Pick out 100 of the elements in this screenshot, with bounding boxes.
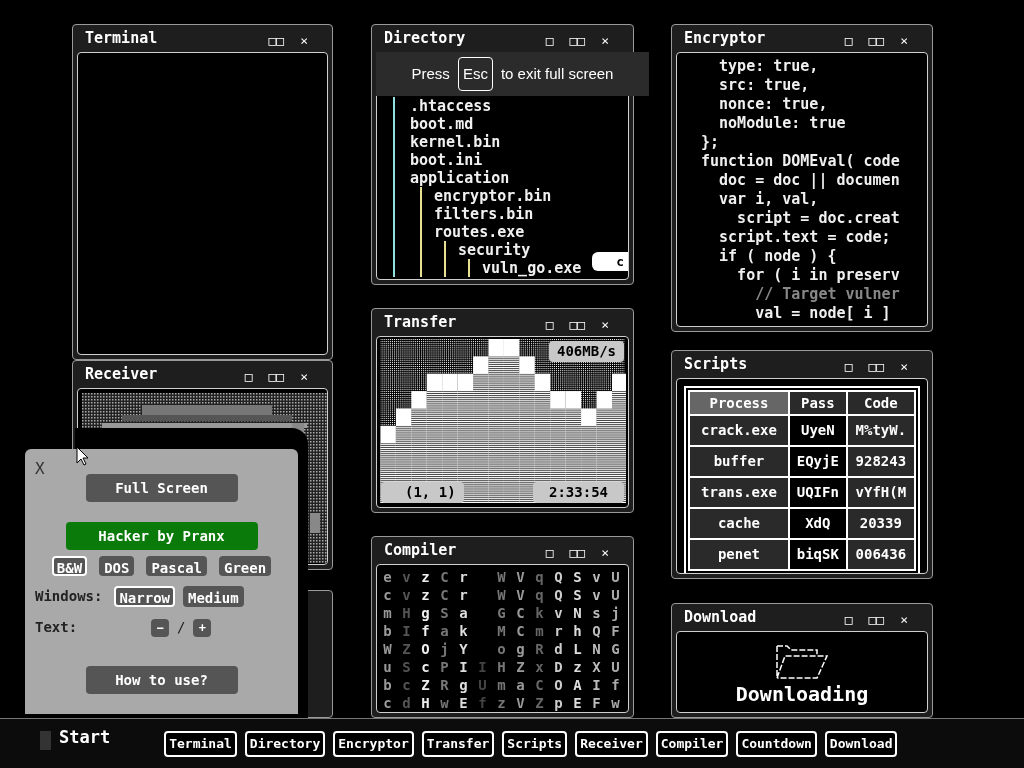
window-button[interactable]: □□ (569, 310, 586, 335)
window-button[interactable]: □□ (268, 26, 285, 51)
table-cell: 928243 (846, 446, 915, 477)
code-line: noModule: true (718, 114, 847, 133)
window-title: Transfer (384, 312, 458, 334)
folder-icon (775, 642, 831, 682)
time-label: 2:33:54 (533, 482, 624, 503)
text-size-label: Text: (35, 618, 79, 637)
taskbar-button[interactable]: Scripts (502, 730, 568, 757)
notice-text: Press (411, 63, 450, 84)
start-icon (40, 731, 51, 750)
increase-button[interactable]: + (193, 618, 212, 637)
table-cell: 006436 (846, 539, 915, 570)
column-header: Process (689, 391, 789, 415)
table-cell: UQIFn (788, 477, 847, 508)
table-cell: trans.exe (689, 477, 789, 508)
character-column: zzgfOcZH (419, 568, 432, 712)
close-button[interactable]: × (601, 310, 609, 335)
taskbar-button[interactable]: Directory (244, 730, 326, 757)
close-button[interactable]: × (601, 538, 609, 563)
table-cell: crack.exe (689, 415, 789, 446)
character-column: SSNhLzAE (571, 568, 584, 712)
window-button[interactable]: □□ (569, 538, 586, 563)
tree-item[interactable]: boot.md (410, 115, 474, 133)
table-cell: 20339 (846, 508, 915, 539)
table-cell: biqSK (788, 539, 847, 570)
status-text: Downloading (734, 682, 870, 706)
close-button[interactable]: X (35, 457, 45, 481)
taskbar-button[interactable]: Compiler (655, 730, 729, 757)
character-column: vvHIZScd (400, 568, 413, 712)
menu-button[interactable]: How to use? (85, 666, 238, 694)
brand-button[interactable]: Hacker by Pranx (65, 522, 258, 550)
code-line: src: true, (718, 76, 811, 95)
decrease-button[interactable]: − (151, 618, 169, 637)
windows-label: Windows: (35, 587, 103, 606)
code-line: for ( i in preserv (736, 266, 901, 285)
tree-item[interactable]: security (458, 241, 531, 259)
tree-item[interactable]: filters.bin (434, 205, 534, 223)
window-button[interactable]: □□ (868, 26, 885, 51)
close-button[interactable]: × (300, 362, 308, 387)
character-column: ecmbWubc (381, 568, 394, 712)
close-button[interactable]: × (900, 605, 908, 630)
taskbar-button[interactable]: Download (824, 730, 898, 757)
window-button[interactable]: □ (244, 362, 253, 387)
menu-button[interactable]: Full Screen (85, 474, 238, 502)
window-button[interactable]: □□ (569, 26, 586, 51)
taskbar-button[interactable]: Countdown (736, 730, 817, 757)
theme-button[interactable]: DOS (99, 556, 135, 576)
tree-item[interactable]: boot.ini (410, 151, 483, 169)
code-line: script.text = code; (718, 228, 892, 247)
close-button[interactable]: × (601, 26, 609, 51)
character-column: rrakYIgE (457, 568, 470, 712)
window-button[interactable]: □ (844, 605, 853, 630)
window-title: Scripts (684, 354, 749, 376)
code-line: nonce: true, (718, 95, 829, 114)
coordinates-label: (1, 1) (381, 482, 464, 503)
size-button[interactable]: Narrow (114, 586, 175, 607)
tree-item[interactable]: encryptor.bin (434, 187, 552, 205)
window-button[interactable]: □ (844, 26, 853, 51)
window-button[interactable]: □ (844, 352, 853, 377)
table-cell: EQyjE (788, 446, 847, 477)
table-cell: UyeN (788, 415, 847, 446)
taskbar-button[interactable]: Terminal (164, 730, 237, 757)
window-button[interactable]: □□ (868, 605, 885, 630)
code-line: // Target vulner (754, 285, 901, 304)
window-button[interactable]: □ (545, 538, 554, 563)
window-title: Download (684, 607, 758, 629)
window-button[interactable]: □ (545, 26, 554, 51)
code-line: doc = doc || documen (718, 171, 901, 190)
start-button[interactable]: Start (40, 724, 111, 751)
theme-button[interactable]: B&W (51, 556, 88, 576)
taskbar-button[interactable]: Encryptor (333, 730, 414, 757)
window-button[interactable]: □□ (868, 352, 885, 377)
table-cell: penet (689, 539, 789, 570)
tree-item[interactable]: application (410, 169, 510, 187)
speed-label: 406MB/s (549, 341, 624, 362)
notice-text: to exit full screen (500, 63, 614, 84)
code-line: if ( node ) { (718, 247, 838, 266)
window-button[interactable]: □□ (268, 362, 285, 387)
theme-button[interactable]: Green (219, 556, 272, 576)
taskbar-button[interactable]: Receiver (575, 730, 648, 757)
code-line: script = doc.creat (736, 209, 901, 228)
window-button[interactable]: □ (545, 310, 554, 335)
close-button[interactable]: × (900, 352, 908, 377)
column-header: Pass (788, 391, 847, 415)
size-button[interactable]: Medium (183, 586, 244, 607)
close-button[interactable]: × (300, 26, 308, 51)
code-line: var i, val, (718, 190, 820, 209)
taskbar-button[interactable]: Transfer (421, 730, 495, 757)
tree-item[interactable]: .htaccess (410, 97, 492, 115)
theme-button[interactable]: Pascal (146, 556, 207, 576)
tree-item[interactable]: routes.exe (434, 223, 525, 241)
tree-item[interactable]: kernel.bin (410, 133, 501, 151)
code-line: }; (701, 133, 721, 152)
code-line: val = node[ i ] (754, 304, 892, 323)
separator-text: / (177, 618, 186, 637)
tree-item[interactable]: vuln_go.exe (482, 259, 582, 277)
close-button[interactable]: × (900, 26, 908, 51)
character-column: CCSajPRw (438, 568, 451, 712)
code-line: type: true, (718, 57, 820, 76)
